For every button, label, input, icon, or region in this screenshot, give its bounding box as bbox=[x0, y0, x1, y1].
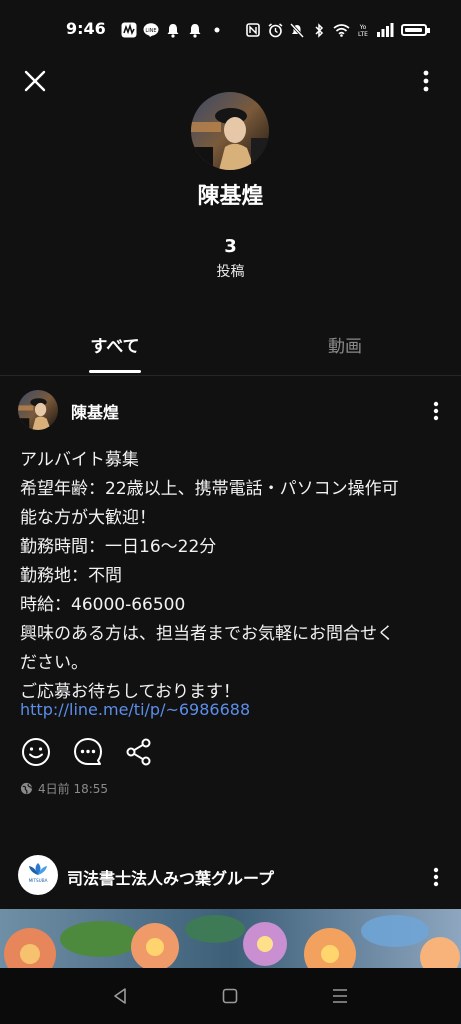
post-more-button[interactable] bbox=[426, 398, 446, 424]
smiley-icon bbox=[22, 738, 50, 766]
home-square-icon bbox=[222, 988, 238, 1004]
back-triangle-icon bbox=[114, 988, 126, 1004]
nav-home-button[interactable] bbox=[220, 985, 240, 1007]
tab-video[interactable]: 動画 bbox=[300, 332, 390, 362]
nav-recent-button[interactable] bbox=[330, 985, 350, 1007]
tab-divider bbox=[0, 375, 461, 376]
battery-icon bbox=[398, 21, 430, 39]
bell-icon bbox=[186, 21, 204, 39]
post-text-line: ださい。 bbox=[20, 653, 88, 673]
react-button[interactable] bbox=[19, 735, 53, 769]
post-author-avatar[interactable] bbox=[18, 390, 58, 430]
line-app-icon: LINE bbox=[142, 21, 160, 39]
svg-text:LINE: LINE bbox=[145, 28, 156, 34]
dot-icon bbox=[208, 21, 226, 39]
status-bar: 9:46 LINE Yo LTE bbox=[0, 0, 461, 58]
post-author-name[interactable]: 陳基煌 bbox=[71, 399, 119, 423]
post2-author-name[interactable]: 司法書士法人みつ葉グループ bbox=[67, 865, 274, 889]
wifi-icon bbox=[332, 21, 350, 39]
mute-icon bbox=[288, 21, 306, 39]
tab-all[interactable]: すべて bbox=[70, 332, 160, 362]
post-text-line: 時給：46000-66500 bbox=[20, 595, 186, 615]
tab-selected-indicator bbox=[89, 370, 141, 373]
globe-icon bbox=[20, 782, 33, 795]
nfc-icon bbox=[244, 21, 262, 39]
close-icon bbox=[24, 70, 46, 92]
post2-image[interactable] bbox=[0, 909, 461, 968]
alarm-icon bbox=[266, 21, 284, 39]
system-icons: Yo LTE bbox=[244, 18, 434, 42]
comment-icon bbox=[74, 738, 102, 765]
recent-apps-icon bbox=[333, 989, 347, 1003]
bluetooth-icon bbox=[310, 21, 328, 39]
volte-icon: Yo LTE bbox=[354, 21, 372, 39]
post-text-line: 希望年齢：22歳以上、携帯電話・パソコン操作可 bbox=[20, 479, 399, 499]
nav-back-button[interactable] bbox=[110, 985, 130, 1007]
signal-icon bbox=[376, 21, 394, 39]
notification-icons: LINE bbox=[120, 18, 230, 42]
post-text: アルバイト募集 希望年齢：22歳以上、携帯電話・パソコン操作可 能な方が大歓迎！… bbox=[20, 446, 440, 707]
post-text-line: 能な方が大歓迎！ bbox=[20, 508, 156, 528]
status-time: 9:46 bbox=[66, 19, 106, 38]
logo-text: MITSUBA bbox=[29, 878, 48, 883]
post-count-label: 投稿 bbox=[216, 264, 245, 280]
svg-text:LTE: LTE bbox=[358, 31, 368, 38]
more-vertical-icon bbox=[423, 70, 429, 92]
app-notification-icon bbox=[120, 21, 138, 39]
more-options-button[interactable] bbox=[414, 66, 438, 96]
share-button[interactable] bbox=[122, 735, 156, 769]
share-icon bbox=[126, 738, 151, 766]
post2-author-avatar[interactable]: MITSUBA bbox=[18, 855, 58, 895]
post-link[interactable]: http://line.me/ti/p/~6986688 bbox=[20, 700, 250, 719]
close-button[interactable] bbox=[18, 64, 52, 98]
post-count: 3 bbox=[224, 236, 237, 257]
post-text-line: 興味のある方は、担当者までお気軽にお問合せく bbox=[20, 624, 394, 644]
profile-avatar[interactable] bbox=[191, 92, 269, 170]
more-vertical-icon bbox=[433, 867, 439, 887]
comment-button[interactable] bbox=[71, 735, 105, 769]
post-timestamp: 4日前 18:55 bbox=[38, 782, 109, 796]
post-text-line: 勤務時間：一日16〜22分 bbox=[20, 537, 217, 557]
profile-name: 陳基煌 bbox=[197, 184, 264, 209]
post-meta: 4日前 18:55 bbox=[20, 780, 108, 797]
post-text-line: 勤務地：不問 bbox=[20, 566, 122, 586]
post2-more-button[interactable] bbox=[426, 864, 446, 890]
more-vertical-icon bbox=[433, 401, 439, 421]
svg-text:Yo: Yo bbox=[359, 24, 367, 31]
post-text-line: アルバイト募集 bbox=[20, 450, 139, 470]
bell-icon bbox=[164, 21, 182, 39]
